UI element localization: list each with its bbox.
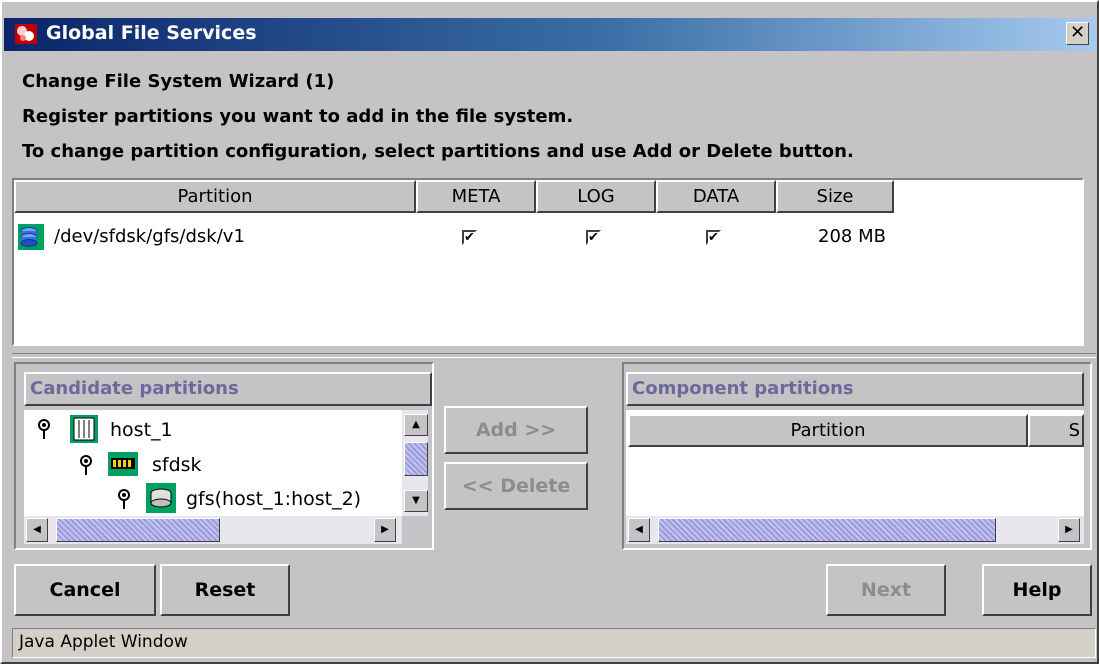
column-header-size[interactable]: Size: [776, 180, 894, 213]
reset-button[interactable]: Reset: [160, 564, 290, 616]
help-button[interactable]: Help: [982, 564, 1092, 616]
tree-handle-icon[interactable]: [78, 455, 94, 477]
status-bar: Java Applet Window: [12, 628, 1096, 658]
scroll-left-button[interactable]: ◀: [26, 518, 48, 542]
column-header-log[interactable]: LOG: [536, 180, 656, 213]
app-icon: [14, 23, 38, 45]
scroll-thumb[interactable]: [404, 442, 428, 476]
data-checkbox[interactable]: ✔: [706, 230, 721, 245]
tree-item-sfdsk[interactable]: sfdsk: [152, 454, 202, 476]
partition-size: 208 MB: [818, 226, 886, 247]
cancel-button[interactable]: Cancel: [14, 564, 156, 616]
add-button[interactable]: Add >>: [444, 406, 588, 454]
column-header-size[interactable]: S: [1028, 414, 1084, 447]
delete-button[interactable]: << Delete: [444, 462, 588, 510]
tree-item-host[interactable]: host_1: [110, 419, 173, 441]
wizard-title: Change File System Wizard (1): [22, 71, 335, 92]
divider: [12, 353, 1096, 358]
disk-icon: [146, 483, 176, 513]
scroll-down-button[interactable]: ▼: [404, 490, 428, 512]
wizard-instruction-1: Register partitions you want to add in t…: [22, 106, 574, 127]
column-header-data[interactable]: DATA: [656, 180, 776, 213]
meta-checkbox[interactable]: ✔: [462, 230, 477, 245]
log-checkbox[interactable]: ✔: [586, 230, 601, 245]
partition-path: /dev/sfdsk/gfs/dsk/v1: [54, 226, 245, 247]
candidate-header: Candidate partitions: [24, 372, 432, 406]
wizard-instruction-2: To change partition configuration, selec…: [22, 141, 854, 162]
column-header-partition[interactable]: Partition: [14, 180, 416, 213]
host-icon: [70, 415, 98, 443]
memory-icon: [108, 452, 138, 476]
scroll-right-button[interactable]: ▶: [374, 518, 396, 542]
scroll-left-button[interactable]: ◀: [628, 518, 650, 542]
close-icon: ✕: [1069, 22, 1086, 43]
scroll-right-button[interactable]: ▶: [1058, 518, 1080, 542]
next-button[interactable]: Next: [826, 564, 946, 616]
tree-item-gfs[interactable]: gfs(host_1:host_2): [186, 488, 361, 510]
window-title: Global File Services: [46, 22, 257, 44]
tree-handle-icon[interactable]: [116, 489, 132, 511]
component-header: Component partitions: [626, 372, 1084, 406]
scroll-thumb[interactable]: [56, 518, 220, 542]
scroll-thumb[interactable]: [658, 518, 996, 542]
tree-handle-icon[interactable]: [36, 419, 52, 441]
column-header-meta[interactable]: META: [416, 180, 536, 213]
disk-volume-icon: [18, 224, 44, 250]
column-header-partition[interactable]: Partition: [628, 414, 1028, 447]
scroll-up-button[interactable]: ▲: [404, 414, 428, 436]
close-button[interactable]: ✕: [1066, 22, 1089, 45]
